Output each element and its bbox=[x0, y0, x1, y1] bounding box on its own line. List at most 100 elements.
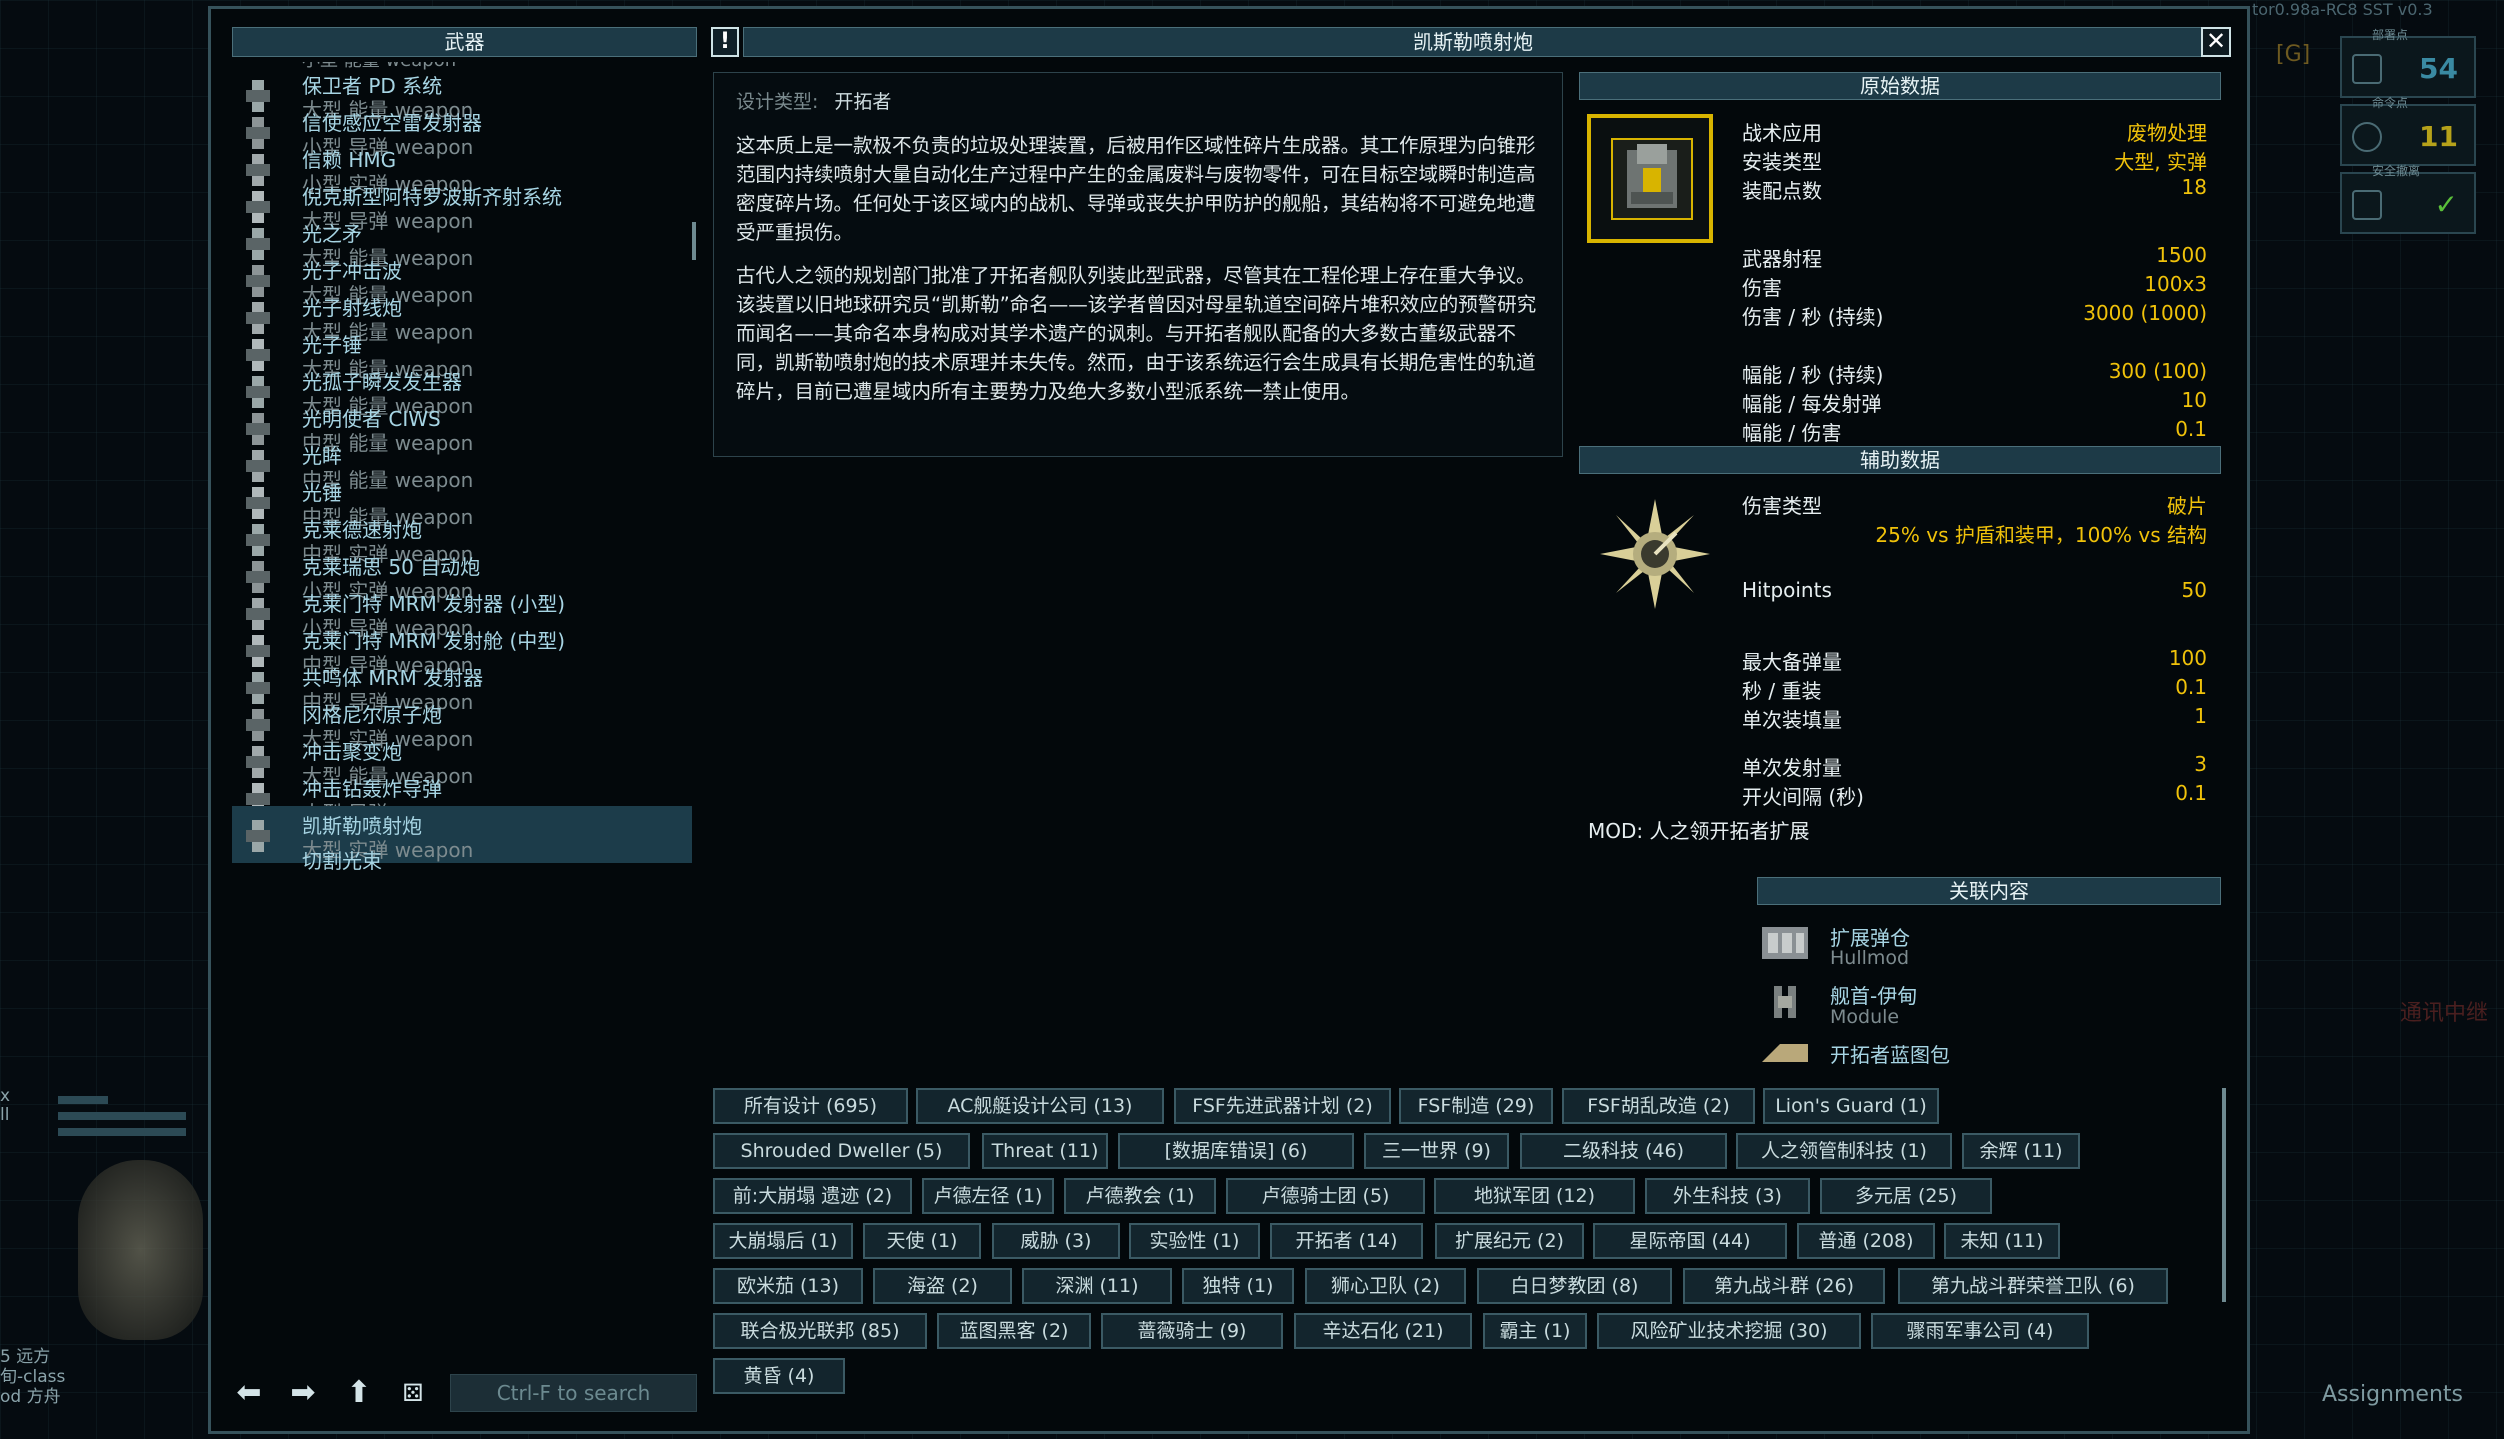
design-type-label: 设计类型: bbox=[736, 91, 819, 113]
stat-value: 3000 (1000) bbox=[2083, 301, 2207, 325]
weapon-image bbox=[1587, 114, 1713, 243]
tag-filter-button[interactable]: 地狱军团 (12) bbox=[1434, 1178, 1635, 1214]
close-button[interactable]: ✕ bbox=[2201, 27, 2231, 57]
left-hud-text: 旬-class bbox=[0, 1367, 66, 1387]
tag-filter-area: 所有设计 (695) AC舰艇设计公司 (13) FSF先进武器计划 (2) FSF制… bbox=[713, 1088, 2213, 1410]
tag-filter-button[interactable]: 联合极光联邦 (85) bbox=[713, 1313, 927, 1349]
tag-filter-button[interactable]: Lion's Guard (1) bbox=[1763, 1088, 1939, 1124]
forward-arrow-icon[interactable]: ➡ bbox=[286, 1376, 320, 1410]
tag-filter-button[interactable]: 霸主 (1) bbox=[1483, 1313, 1587, 1349]
tag-filter-button[interactable]: [数据库错误] (6) bbox=[1118, 1133, 1354, 1169]
tag-filter-button[interactable]: 扩展纪元 (2) bbox=[1435, 1223, 1584, 1259]
related-item-sub: Module bbox=[1830, 1006, 1900, 1028]
search-input[interactable]: Ctrl-F to search bbox=[450, 1374, 697, 1412]
tag-filter-button[interactable]: 骤雨军事公司 (4) bbox=[1871, 1313, 2089, 1349]
tag-filter-button[interactable]: AC舰艇设计公司 (13) bbox=[916, 1088, 1164, 1124]
deploy-icon bbox=[2352, 54, 2382, 84]
tag-filter-button[interactable]: 卢德教会 (1) bbox=[1064, 1178, 1216, 1214]
weapon-list[interactable]: 小型 能量 weapon 保卫者 PD 系统大型 能量 weapon信使感应空雷… bbox=[232, 62, 694, 1352]
list-item-partial[interactable]: 切割光束 bbox=[302, 845, 382, 874]
tag-filter-button[interactable]: Threat (11) bbox=[982, 1133, 1108, 1169]
raw-data-header: 原始数据 bbox=[1579, 72, 2221, 100]
tags-scrollbar[interactable] bbox=[2222, 1088, 2226, 1302]
tag-filter-button[interactable]: 星际帝国 (44) bbox=[1593, 1223, 1787, 1259]
assignments-label[interactable]: Assignments bbox=[2322, 1382, 2463, 1407]
hud-bar bbox=[58, 1112, 186, 1120]
tag-filter-button[interactable]: 实验性 (1) bbox=[1129, 1223, 1260, 1259]
tag-filter-button[interactable]: 卢德骑士团 (5) bbox=[1226, 1178, 1425, 1214]
related-item-name[interactable]: 开拓者蓝图包 bbox=[1830, 1039, 1950, 1068]
tag-filter-button[interactable]: 未知 (11) bbox=[1944, 1223, 2060, 1259]
tag-filter-button[interactable]: 卢德左径 (1) bbox=[922, 1178, 1054, 1214]
version-label: tor0.98a-RC8 SST v0.3 bbox=[2252, 0, 2433, 19]
tag-filter-button[interactable]: 海盗 (2) bbox=[873, 1268, 1012, 1304]
stat-label: 武器射程 bbox=[1742, 247, 1822, 271]
tag-filter-button[interactable]: 二级科技 (46) bbox=[1520, 1133, 1727, 1169]
tag-filter-button[interactable]: 天使 (1) bbox=[863, 1223, 981, 1259]
description-box: 设计类型: 开拓者 这本质上是一款极不负责的垃圾处理装置，后被用作区域性碎片生成器… bbox=[713, 72, 1563, 457]
detail-title: 凯斯勒喷射炮 bbox=[743, 27, 2203, 57]
deploy-points-label: 部署点 bbox=[2372, 28, 2409, 42]
left-hud-text: 5 远方 bbox=[0, 1347, 51, 1367]
tag-filter-button[interactable]: 开拓者 (14) bbox=[1270, 1223, 1423, 1259]
up-arrow-icon[interactable]: ⬆ bbox=[342, 1376, 376, 1410]
tag-filter-button[interactable]: 白日梦教团 (8) bbox=[1477, 1268, 1672, 1304]
list-item[interactable]: 凯斯勒喷射炮 大型 实弹 weapon bbox=[232, 806, 692, 863]
stat-value: 0.1 bbox=[2175, 781, 2207, 805]
stat-label: 单次装填量 bbox=[1742, 708, 1842, 732]
related-item-name[interactable]: 舰首-伊甸 bbox=[1830, 980, 1917, 1009]
stat-label: 单次发射量 bbox=[1742, 756, 1842, 780]
tag-filter-button[interactable]: 威胁 (3) bbox=[992, 1223, 1120, 1259]
tag-filter-button[interactable]: 独特 (1) bbox=[1182, 1268, 1294, 1304]
aux-data-header: 辅助数据 bbox=[1579, 446, 2221, 474]
tag-filter-button[interactable]: Shrouded Dweller (5) bbox=[713, 1133, 970, 1169]
tag-filter-button[interactable]: 风险矿业技术挖掘 (30) bbox=[1597, 1313, 1861, 1349]
tag-filter-button[interactable]: 前:大崩塌 遗迹 (2) bbox=[713, 1178, 912, 1214]
tag-filter-button[interactable]: 大崩塌后 (1) bbox=[713, 1223, 853, 1259]
tag-filter-button[interactable]: 第九战斗群 (26) bbox=[1683, 1268, 1885, 1304]
tag-filter-button[interactable]: 蓝图黑客 (2) bbox=[937, 1313, 1091, 1349]
tag-filter-button[interactable]: 三一世界 (9) bbox=[1364, 1133, 1509, 1169]
stat-label: 开火间隔 (秒) bbox=[1742, 785, 1864, 809]
tag-filter-button[interactable]: 深渊 (11) bbox=[1022, 1268, 1172, 1304]
tag-filter-button[interactable]: 外生科技 (3) bbox=[1645, 1178, 1810, 1214]
tag-filter-button[interactable]: 黄昏 (4) bbox=[713, 1358, 845, 1394]
tag-filter-button[interactable]: FSF胡乱改造 (2) bbox=[1562, 1088, 1755, 1124]
tag-filter-button[interactable]: 所有设计 (695) bbox=[713, 1088, 908, 1124]
left-hud-text: od 方舟 bbox=[0, 1387, 61, 1407]
blueprint-icon bbox=[1760, 1040, 1810, 1064]
stat-label: Hitpoints bbox=[1742, 578, 1832, 602]
stat-value: 0.1 bbox=[2175, 675, 2207, 699]
left-hud: x ll 5 远方 旬-class od 方舟 bbox=[0, 0, 208, 1439]
tag-filter-button[interactable]: FSF制造 (29) bbox=[1399, 1088, 1553, 1124]
random-dice-icon[interactable]: ⚄ bbox=[396, 1376, 430, 1410]
tag-filter-button[interactable]: 人之领管制科技 (1) bbox=[1736, 1133, 1952, 1169]
stat-value: 100x3 bbox=[2144, 272, 2207, 296]
module-icon bbox=[1760, 982, 1810, 1022]
tag-filter-button[interactable]: 辛达石化 (21) bbox=[1294, 1313, 1472, 1349]
stat-label: 幅能 / 秒 (持续) bbox=[1742, 363, 1884, 387]
stat-value: 10 bbox=[2181, 388, 2207, 412]
stat-value: 18 bbox=[2181, 175, 2207, 199]
hud-bar bbox=[58, 1128, 186, 1136]
stat-label: 装配点数 bbox=[1742, 179, 1822, 203]
stat-label: 幅能 / 伤害 bbox=[1742, 421, 1842, 445]
stat-value: 25% vs 护盾和装甲，100% vs 结构 bbox=[1875, 523, 2207, 547]
tag-filter-button[interactable]: 蔷薇骑士 (9) bbox=[1101, 1313, 1283, 1349]
stat-value: 300 (100) bbox=[2108, 359, 2207, 383]
tag-filter-button[interactable]: 第九战斗群荣誉卫队 (6) bbox=[1898, 1268, 2168, 1304]
description-paragraph: 古代人之领的规划部门批准了开拓者舰队列装此型武器，尽管其在工程伦理上存在重大争议… bbox=[736, 264, 1537, 403]
warning-icon[interactable]: ! bbox=[711, 27, 739, 57]
list-scrollbar[interactable] bbox=[692, 222, 696, 260]
tag-filter-button[interactable]: FSF先进武器计划 (2) bbox=[1174, 1088, 1391, 1124]
back-arrow-icon[interactable]: ⬅ bbox=[232, 1376, 266, 1410]
tag-filter-button[interactable]: 欧米茄 (13) bbox=[713, 1268, 863, 1304]
tag-filter-button[interactable]: 狮心卫队 (2) bbox=[1305, 1268, 1466, 1304]
safe-retreat-box[interactable]: 安全撤离 ✓ bbox=[2340, 164, 2476, 234]
stat-value: 1 bbox=[2194, 704, 2207, 728]
stat-label: 伤害类型 bbox=[1742, 494, 1822, 518]
tag-filter-button[interactable]: 余辉 (11) bbox=[1962, 1133, 2080, 1169]
tag-filter-button[interactable]: 普通 (208) bbox=[1797, 1223, 1935, 1259]
deploy-points-box: 部署点 54 bbox=[2340, 28, 2476, 98]
tag-filter-button[interactable]: 多元居 (25) bbox=[1820, 1178, 1992, 1214]
